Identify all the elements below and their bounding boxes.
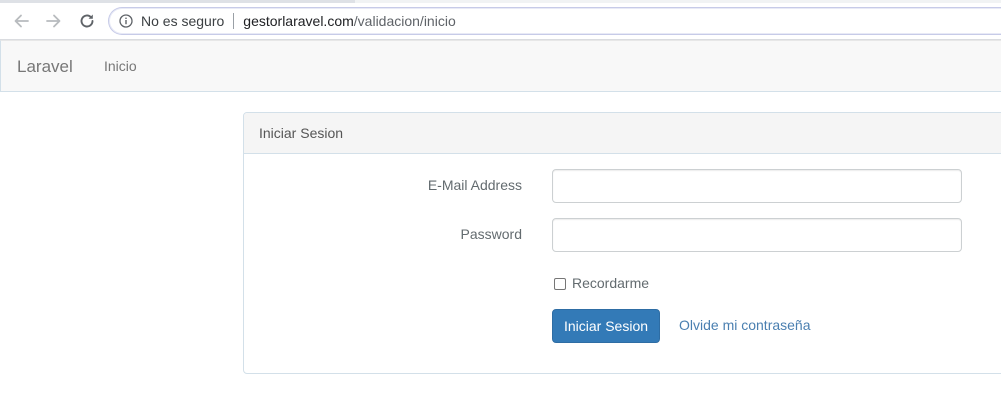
security-status[interactable]: No es seguro: [141, 13, 224, 29]
email-label: E-Mail Address: [427, 177, 522, 193]
info-icon[interactable]: [119, 14, 133, 28]
login-panel: Iniciar Sesion E-Mail Address Password R…: [243, 112, 1001, 374]
reload-icon[interactable]: [75, 9, 99, 33]
app-navbar: Laravel Inicio: [0, 40, 1001, 92]
login-button[interactable]: Iniciar Sesion: [552, 309, 660, 343]
password-field[interactable]: [552, 218, 962, 252]
forgot-password-link[interactable]: Olvide mi contraseña: [679, 317, 811, 333]
remember-checkbox[interactable]: [554, 278, 566, 290]
browser-toolbar: No es seguro gestorlaravel.com /validaci…: [0, 0, 1001, 40]
url-host: gestorlaravel.com: [243, 13, 354, 29]
active-tab-edge[interactable]: [0, 0, 355, 3]
panel-heading: Iniciar Sesion: [244, 113, 1001, 154]
password-label: Password: [460, 226, 522, 242]
forward-arrow-icon[interactable]: [42, 9, 66, 33]
address-bar[interactable]: No es seguro gestorlaravel.com /validaci…: [108, 7, 1001, 35]
panel-title: Iniciar Sesion: [259, 125, 344, 141]
back-arrow-icon[interactable]: [9, 9, 33, 33]
navbar-brand[interactable]: Laravel: [17, 57, 73, 77]
remember-label[interactable]: Recordarme: [572, 275, 649, 291]
omnibox-divider: [233, 13, 235, 29]
url-path: /validacion/inicio: [353, 13, 456, 29]
email-field[interactable]: [552, 169, 962, 203]
nav-link-inicio[interactable]: Inicio: [104, 58, 137, 74]
tab-strip: [0, 0, 1001, 3]
